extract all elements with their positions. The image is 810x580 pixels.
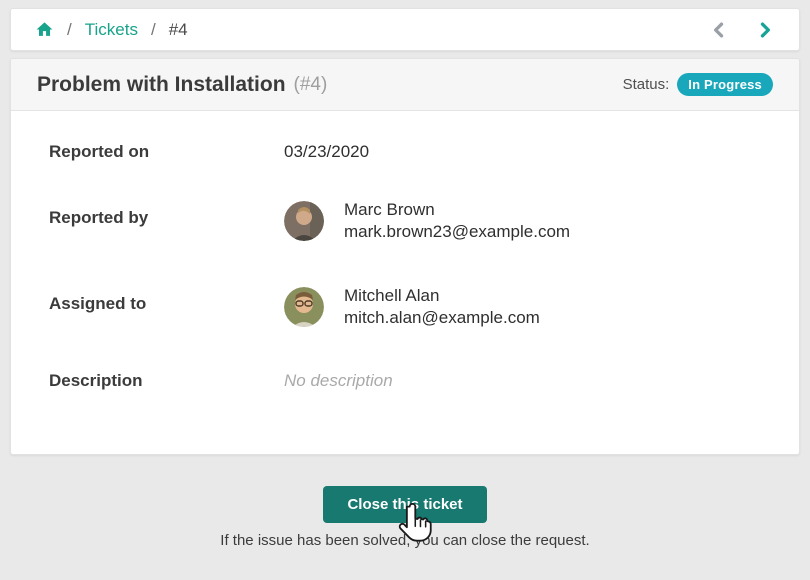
breadcrumb: / Tickets / #4 (35, 20, 188, 40)
breadcrumb-bar: / Tickets / #4 (10, 8, 800, 51)
breadcrumb-separator: / (151, 20, 156, 40)
close-ticket-hint: If the issue has been solved, you can cl… (0, 532, 810, 549)
detail-row-reported-on: Reported on 03/23/2020 (49, 142, 773, 162)
ticket-card-header: Problem with Installation (#4) Status: I… (11, 59, 799, 111)
ticket-number: (#4) (294, 74, 328, 96)
reporter-name: Marc Brown (344, 199, 570, 221)
description-label: Description (49, 371, 284, 391)
breadcrumb-separator: / (67, 20, 72, 40)
assigned-to-label: Assigned to (49, 285, 284, 329)
detail-row-assigned-to: Assigned to (49, 285, 773, 329)
reported-by-label: Reported by (49, 199, 284, 243)
breadcrumb-item-tickets[interactable]: Tickets (85, 20, 138, 40)
reporter-email: mark.brown23@example.com (344, 221, 570, 243)
avatar-assignee (284, 287, 324, 327)
reported-on-value: 03/23/2020 (284, 142, 369, 162)
assignee-email: mitch.alan@example.com (344, 307, 540, 329)
avatar-reporter (284, 201, 324, 241)
detail-row-reported-by: Reported by (49, 199, 773, 243)
description-value: No description (284, 371, 393, 391)
close-ticket-button[interactable]: Close this ticket (323, 486, 486, 523)
status-label: Status: (623, 76, 670, 93)
status-badge: In Progress (677, 73, 773, 96)
reported-on-label: Reported on (49, 142, 284, 162)
chevron-right-icon[interactable] (755, 20, 775, 40)
detail-row-description: Description No description (49, 371, 773, 391)
home-icon[interactable] (35, 20, 54, 39)
page-title: Problem with Installation (37, 73, 286, 97)
assignee-name: Mitchell Alan (344, 285, 540, 307)
ticket-details: Reported on 03/23/2020 Reported by (11, 111, 799, 421)
breadcrumb-item-current: #4 (169, 20, 188, 40)
ticket-card: Problem with Installation (#4) Status: I… (10, 58, 800, 455)
ticket-pagination (709, 20, 781, 40)
footer-actions: Close this ticket If the issue has been … (0, 486, 810, 549)
chevron-left-icon[interactable] (709, 20, 729, 40)
